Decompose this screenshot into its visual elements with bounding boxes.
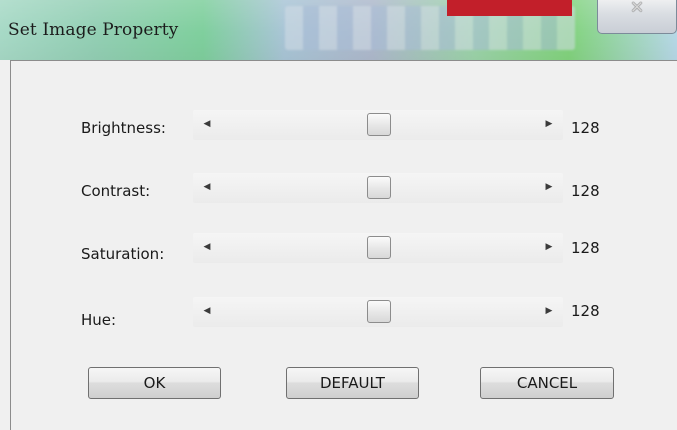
close-icon: ✕ bbox=[629, 0, 645, 18]
contrast-decrease-arrow-icon[interactable]: ◀ bbox=[197, 177, 217, 197]
saturation-decrease-arrow-icon[interactable]: ◀ bbox=[197, 237, 217, 257]
title-bar[interactable]: Set Image Property ✕ bbox=[0, 0, 677, 60]
saturation-increase-arrow-icon[interactable]: ▶ bbox=[539, 237, 559, 257]
saturation-label: Saturation: bbox=[81, 245, 165, 263]
brightness-value: 128 bbox=[571, 119, 600, 137]
contrast-label: Contrast: bbox=[81, 182, 151, 200]
contrast-slider-thumb[interactable] bbox=[366, 176, 391, 199]
hue-decrease-arrow-icon[interactable]: ◀ bbox=[197, 301, 217, 321]
window-title: Set Image Property bbox=[8, 20, 179, 40]
brightness-decrease-arrow-icon[interactable]: ◀ bbox=[197, 114, 217, 134]
hue-slider-thumb[interactable] bbox=[366, 300, 391, 323]
close-button[interactable]: ✕ bbox=[597, 0, 677, 34]
brightness-row: Brightness: ◀ ▶ 128 bbox=[11, 110, 677, 150]
hue-slider[interactable]: ◀ ▶ bbox=[193, 297, 563, 327]
hue-label: Hue: bbox=[81, 311, 117, 329]
set-image-property-dialog: Set Image Property ✕ Brightness: ◀ ▶ 128… bbox=[0, 0, 677, 430]
dialog-client-area: Brightness: ◀ ▶ 128 Contrast: ◀ ▶ 128 Sa… bbox=[10, 60, 677, 430]
contrast-row: Contrast: ◀ ▶ 128 bbox=[11, 173, 677, 213]
saturation-slider[interactable]: ◀ ▶ bbox=[193, 233, 563, 263]
contrast-value: 128 bbox=[571, 182, 600, 200]
ok-button[interactable]: OK bbox=[88, 367, 221, 399]
hue-increase-arrow-icon[interactable]: ▶ bbox=[539, 301, 559, 321]
saturation-value: 128 bbox=[571, 239, 600, 257]
cancel-button[interactable]: CANCEL bbox=[480, 367, 614, 399]
hue-value: 128 bbox=[571, 302, 600, 320]
title-accent-bar bbox=[447, 0, 572, 16]
hue-row: Hue: ◀ ▶ 128 bbox=[11, 297, 677, 337]
brightness-label: Brightness: bbox=[81, 119, 166, 137]
brightness-slider[interactable]: ◀ ▶ bbox=[193, 110, 563, 140]
saturation-row: Saturation: ◀ ▶ 128 bbox=[11, 233, 677, 273]
brightness-slider-thumb[interactable] bbox=[366, 113, 391, 136]
brightness-increase-arrow-icon[interactable]: ▶ bbox=[539, 114, 559, 134]
saturation-slider-thumb[interactable] bbox=[366, 236, 391, 259]
default-button[interactable]: DEFAULT bbox=[286, 367, 419, 399]
contrast-slider[interactable]: ◀ ▶ bbox=[193, 173, 563, 203]
contrast-increase-arrow-icon[interactable]: ▶ bbox=[539, 177, 559, 197]
